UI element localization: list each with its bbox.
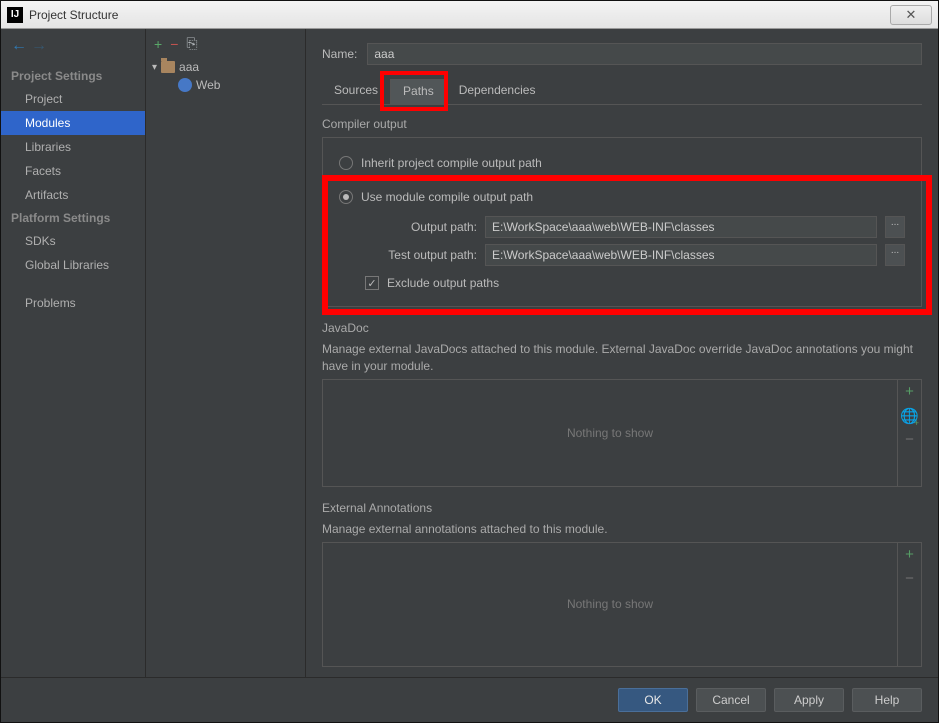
- sidebar-item-artifacts[interactable]: Artifacts: [1, 183, 145, 207]
- radio-inherit-label: Inherit project compile output path: [361, 156, 542, 170]
- dialog-footer: OK Cancel Apply Help: [1, 677, 938, 722]
- tab-dependencies[interactable]: Dependencies: [447, 79, 548, 104]
- module-tabs: Sources Paths Dependencies: [322, 79, 922, 105]
- javadoc-list[interactable]: Nothing to show + 🌐 −: [322, 379, 922, 487]
- tab-paths[interactable]: Paths: [390, 79, 447, 104]
- external-annotations-list[interactable]: Nothing to show + −: [322, 542, 922, 667]
- add-module-icon[interactable]: +: [154, 36, 162, 52]
- tree-node-module[interactable]: aaa: [146, 58, 305, 76]
- javadoc-heading: JavaDoc: [322, 321, 922, 335]
- compiler-output-heading: Compiler output: [322, 117, 922, 131]
- sidebar-item-problems[interactable]: Problems: [1, 291, 145, 315]
- web-icon: [178, 78, 192, 92]
- tree-child-label: Web: [196, 78, 220, 92]
- radio-module-label: Use module compile output path: [361, 190, 533, 204]
- remove-module-icon[interactable]: −: [170, 36, 178, 52]
- name-label: Name:: [322, 47, 357, 61]
- extann-empty-text: Nothing to show: [323, 543, 897, 666]
- tree-node-label: aaa: [179, 60, 199, 74]
- content-area: ← → Project Settings Project Modules Lib…: [1, 29, 938, 677]
- javadoc-add-url-button[interactable]: 🌐: [898, 404, 921, 428]
- sidebar-item-sdks[interactable]: SDKs: [1, 229, 145, 253]
- titlebar[interactable]: IJ Project Structure ✕: [1, 1, 938, 29]
- javadoc-remove-button[interactable]: −: [898, 428, 921, 452]
- sidebar-item-global-libraries[interactable]: Global Libraries: [1, 253, 145, 277]
- javadoc-add-button[interactable]: +: [898, 380, 921, 404]
- radio-module[interactable]: Use module compile output path: [339, 186, 905, 208]
- output-path-input[interactable]: [485, 216, 877, 238]
- main-panel: Name: Sources Paths Dependencies Compile…: [306, 29, 938, 677]
- radio-icon: [339, 156, 353, 170]
- apply-button[interactable]: Apply: [774, 688, 844, 712]
- test-output-path-input[interactable]: [485, 244, 877, 266]
- output-browse-button[interactable]: ...: [885, 216, 905, 238]
- tab-sources[interactable]: Sources: [322, 79, 390, 104]
- tree-toolbar: + − ⎘: [146, 29, 305, 58]
- exclude-output-label: Exclude output paths: [387, 276, 499, 290]
- external-annotations-heading: External Annotations: [322, 501, 922, 515]
- check-icon: ✓: [365, 276, 379, 290]
- settings-sidebar: ← → Project Settings Project Modules Lib…: [1, 29, 146, 677]
- sidebar-item-facets[interactable]: Facets: [1, 159, 145, 183]
- help-button[interactable]: Help: [852, 688, 922, 712]
- exclude-output-checkbox[interactable]: ✓ Exclude output paths: [365, 276, 905, 290]
- project-settings-heading: Project Settings: [1, 65, 145, 87]
- radio-inherit[interactable]: Inherit project compile output path: [339, 152, 905, 174]
- sidebar-item-libraries[interactable]: Libraries: [1, 135, 145, 159]
- module-name-input[interactable]: [367, 43, 922, 65]
- module-tree: + − ⎘ aaa Web: [146, 29, 306, 677]
- nav-back-icon[interactable]: ←: [11, 37, 27, 55]
- close-icon[interactable]: ✕: [890, 5, 932, 25]
- app-icon: IJ: [7, 7, 23, 23]
- module-icon: [161, 61, 175, 73]
- extann-add-button[interactable]: +: [898, 543, 921, 567]
- copy-module-icon[interactable]: ⎘: [186, 35, 197, 52]
- extann-remove-button[interactable]: −: [898, 567, 921, 591]
- window-title: Project Structure: [29, 8, 890, 22]
- output-path-label: Output path:: [365, 220, 477, 234]
- tree-node-web[interactable]: Web: [146, 76, 305, 94]
- ok-button[interactable]: OK: [618, 688, 688, 712]
- radio-icon: [339, 190, 353, 204]
- sidebar-item-project[interactable]: Project: [1, 87, 145, 111]
- external-annotations-description: Manage external annotations attached to …: [322, 521, 922, 538]
- compiler-output-panel: Inherit project compile output path Use …: [322, 137, 922, 307]
- nav-forward-icon[interactable]: →: [31, 37, 47, 55]
- platform-settings-heading: Platform Settings: [1, 207, 145, 229]
- test-output-path-label: Test output path:: [365, 248, 477, 262]
- cancel-button[interactable]: Cancel: [696, 688, 766, 712]
- sidebar-item-modules[interactable]: Modules: [1, 111, 145, 135]
- javadoc-empty-text: Nothing to show: [323, 380, 897, 486]
- test-output-browse-button[interactable]: ...: [885, 244, 905, 266]
- project-structure-window: IJ Project Structure ✕ ← → Project Setti…: [0, 0, 939, 723]
- javadoc-description: Manage external JavaDocs attached to thi…: [322, 341, 922, 375]
